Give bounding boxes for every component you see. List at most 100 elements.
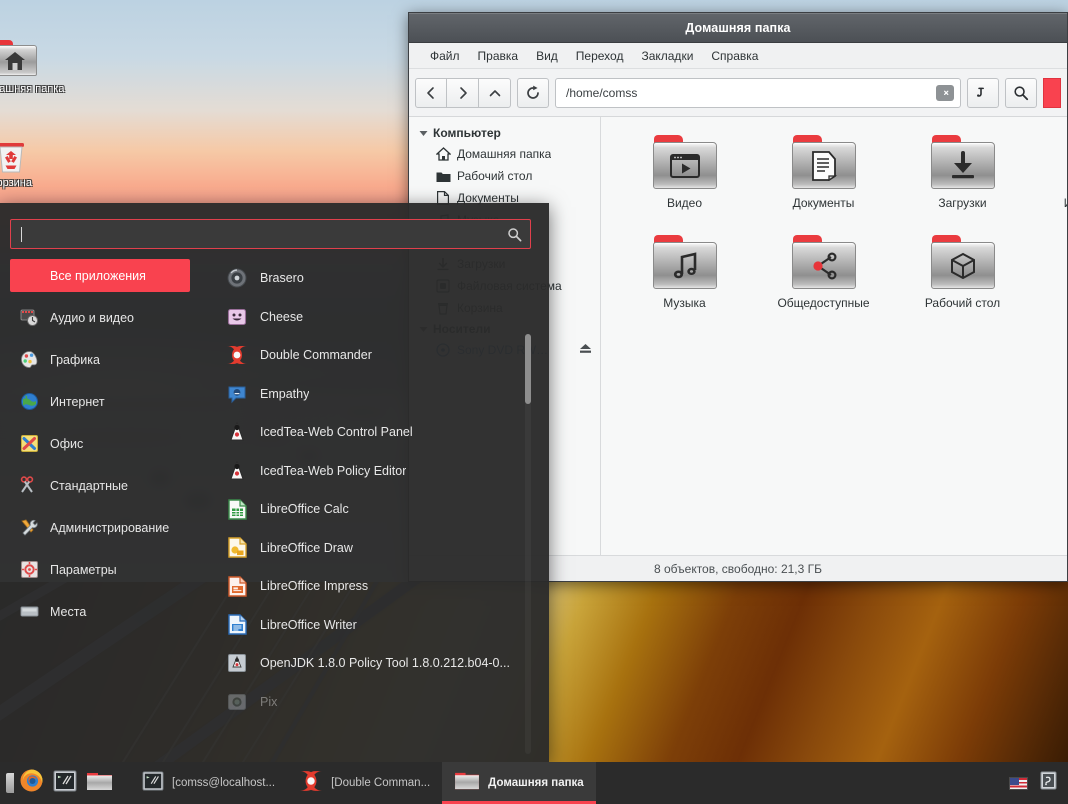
app-list-scrollbar-thumb[interactable] <box>525 334 531 404</box>
category-office[interactable]: Офис <box>10 427 190 460</box>
sidebar-root-label: Компьютер <box>433 126 501 140</box>
file-name: Загрузки <box>938 196 987 210</box>
forward-button[interactable] <box>447 77 479 108</box>
app-item-libreoffice-draw[interactable]: LibreOffice Draw <box>226 529 549 568</box>
search-input[interactable] <box>10 219 531 249</box>
app-item-double-commander[interactable]: Double Commander <box>226 336 549 375</box>
file-name: Общедоступные <box>777 296 870 310</box>
file-item[interactable]: Общедоступные <box>754 231 893 331</box>
internet-icon <box>19 392 39 412</box>
app-item-icedtea-web-policy-editor[interactable]: IcedTea-Web Policy Editor <box>226 452 549 491</box>
reload-button[interactable] <box>517 77 549 108</box>
sidebar-root-computer[interactable]: Компьютер <box>409 123 600 143</box>
accessories-icon <box>19 476 39 496</box>
libreoffice-draw-icon <box>226 537 248 559</box>
places-icon <box>19 602 39 622</box>
menu-go[interactable]: Переход <box>567 46 633 66</box>
file-view[interactable]: Видео Документы Загрузки Музыка Общедост… <box>601 117 1067 555</box>
menu-columns: Все приложения Аудио и видео Графика Инт… <box>0 259 549 763</box>
file-item[interactable]: Видео <box>615 131 754 231</box>
file-item[interactable]: Загрузки <box>893 131 1032 231</box>
open-terminal-button[interactable] <box>967 77 999 108</box>
toolbar: /home/comss <box>409 69 1067 117</box>
application-list[interactable]: Brasero Cheese Double Commander Empathy … <box>190 259 549 763</box>
app-item-libreoffice-impress[interactable]: LibreOffice Impress <box>226 567 549 606</box>
folder-icon <box>930 235 995 289</box>
window-title: Домашняя папка <box>685 20 791 35</box>
category-graphics[interactable]: Графика <box>10 343 190 376</box>
terminal-icon <box>142 770 164 796</box>
task-button-terminal[interactable]: [comss@localhost... <box>130 762 287 804</box>
app-label: Cheese <box>260 309 304 324</box>
desktop-icon-label: Корзина <box>0 177 32 189</box>
task-button-double-commander[interactable]: [Double Comman... <box>287 762 442 804</box>
sidebar-item-desktop[interactable]: Рабочий стол <box>409 165 600 187</box>
folder-icon <box>652 235 717 289</box>
desktop-icon-home[interactable]: Домашняя папка <box>0 40 65 96</box>
path-value[interactable]: /home/comss <box>566 86 936 100</box>
brasero-icon <box>226 267 248 289</box>
menu-help[interactable]: Справка <box>702 46 767 66</box>
panel-menu-button[interactable] <box>0 762 14 804</box>
up-button[interactable] <box>479 77 511 108</box>
file-item[interactable]: Шаблоны <box>1032 231 1067 331</box>
desktop-emblem <box>931 243 995 288</box>
category-multimedia[interactable]: Аудио и видео <box>10 301 190 334</box>
app-item-empathy[interactable]: Empathy <box>226 375 549 414</box>
search-icon <box>1014 85 1029 100</box>
accent-toolbar-button[interactable] <box>1043 77 1061 108</box>
app-item-cheese[interactable]: Cheese <box>226 298 549 337</box>
window-titlebar[interactable]: Домашняя папка <box>409 13 1067 43</box>
libreoffice-writer-icon <box>226 614 248 636</box>
home-folder-icon <box>0 40 37 76</box>
file-item[interactable]: Изображения <box>1032 131 1067 231</box>
category-label: Параметры <box>50 562 117 577</box>
file-item[interactable]: Рабочий стол <box>893 231 1032 331</box>
app-label: OpenJDK 1.8.0 Policy Tool 1.8.0.212.b04-… <box>260 656 510 671</box>
app-item-libreoffice-calc[interactable]: LibreOffice Calc <box>226 490 549 529</box>
category-label: Места <box>50 604 87 619</box>
search-button[interactable] <box>1005 77 1037 108</box>
keyboard-layout-indicator[interactable] <box>1008 773 1028 793</box>
menu-bookmarks[interactable]: Закладки <box>632 46 702 66</box>
download-emblem <box>931 143 995 188</box>
terminal-launcher[interactable] <box>48 762 82 804</box>
menu-edit[interactable]: Правка <box>469 46 528 66</box>
file-item[interactable]: Документы <box>754 131 893 231</box>
menu-file[interactable]: Файл <box>421 46 469 66</box>
home-icon <box>435 146 451 162</box>
task-list: [comss@localhost... [Double Comman... До… <box>130 762 1008 804</box>
clipboard-indicator[interactable] <box>1038 771 1058 793</box>
app-item-libreoffice-writer[interactable]: LibreOffice Writer <box>226 606 549 645</box>
eject-icon[interactable] <box>579 343 592 357</box>
app-item-icedtea-web-control-panel[interactable]: IcedTea-Web Control Panel <box>226 413 549 452</box>
file-item[interactable]: Музыка <box>615 231 754 331</box>
task-button-home-folder[interactable]: Домашняя папка <box>442 762 596 804</box>
app-item-brasero[interactable]: Brasero <box>226 259 549 298</box>
desktop-icon-label: Домашняя папка <box>0 83 65 95</box>
file-manager-launcher[interactable] <box>82 762 116 804</box>
category-internet[interactable]: Интернет <box>10 385 190 418</box>
folder-icon <box>791 235 856 289</box>
firefox-launcher[interactable] <box>14 762 48 804</box>
clear-icon[interactable] <box>936 84 954 101</box>
category-all-applications[interactable]: Все приложения <box>10 259 190 292</box>
folder-icon <box>652 135 717 189</box>
back-button[interactable] <box>415 77 447 108</box>
share-emblem <box>792 243 856 288</box>
document-emblem <box>792 143 856 188</box>
app-item-openjdk-policy-tool[interactable]: OpenJDK 1.8.0 Policy Tool 1.8.0.212.b04-… <box>226 644 549 683</box>
chevron-left-icon <box>427 86 434 99</box>
category-system-tools[interactable]: Администрирование <box>10 511 190 544</box>
app-item-pix[interactable]: Pix <box>226 683 549 722</box>
menu-view[interactable]: Вид <box>527 46 567 66</box>
desktop-icon-trash[interactable]: Корзина <box>0 135 48 190</box>
category-places[interactable]: Места <box>10 595 190 628</box>
category-accessories[interactable]: Стандартные <box>10 469 190 502</box>
path-entry[interactable]: /home/comss <box>555 77 961 108</box>
category-settings[interactable]: Параметры <box>10 553 190 586</box>
app-label: LibreOffice Calc <box>260 502 349 517</box>
app-label: IcedTea-Web Policy Editor <box>260 463 407 478</box>
trash-icon <box>0 135 31 175</box>
sidebar-item-home[interactable]: Домашняя папка <box>409 143 600 165</box>
